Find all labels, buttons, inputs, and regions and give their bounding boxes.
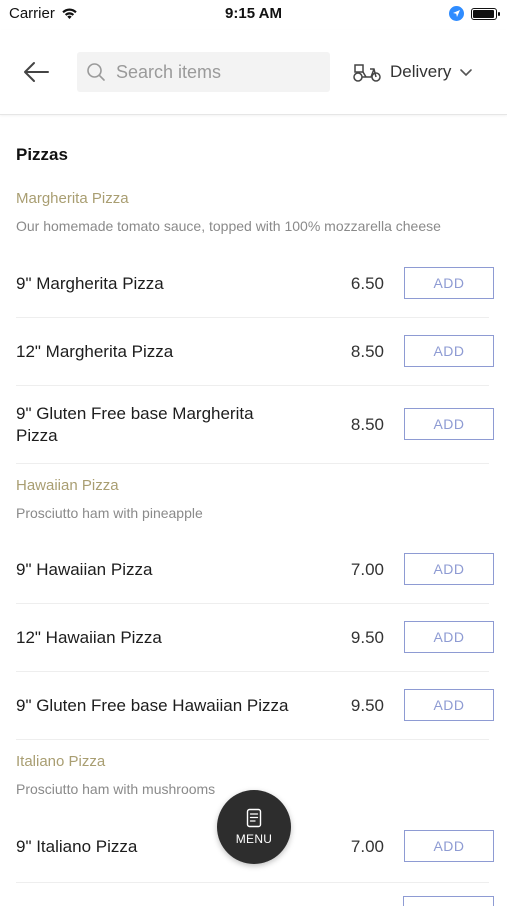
delivery-selector[interactable]: Delivery — [352, 58, 473, 86]
category-name: Hawaiian Pizza — [16, 477, 119, 494]
item-name: 12" Hawaiian Pizza — [16, 628, 162, 647]
item-name: 9" Gluten Free base Margherita Pizza — [16, 404, 254, 445]
menu-item-row: 9" Margherita Pizza 6.50 ADD — [16, 250, 494, 318]
item-name: 9" Margherita Pizza — [16, 274, 164, 293]
item-price: 6.50 — [350, 274, 384, 293]
add-button[interactable]: ADD — [404, 408, 494, 440]
item-name: 12" Margherita Pizza — [16, 342, 174, 361]
item-price: 7.00 — [350, 560, 384, 579]
section-title: Pizzas — [16, 145, 68, 164]
menu-item-row: 12" Margherita Pizza 8.50 ADD — [16, 318, 494, 386]
battery-icon — [471, 7, 500, 20]
category-description: Prosciutto ham with pineapple — [16, 505, 203, 521]
item-price: 9.50 — [350, 696, 384, 715]
add-button-partial[interactable] — [403, 896, 494, 906]
search-input[interactable] — [114, 60, 318, 84]
location-icon — [449, 6, 464, 21]
menu-item-row: 9" Hawaiian Pizza 7.00 ADD — [16, 536, 494, 604]
menu-button[interactable]: MENU — [217, 790, 291, 864]
back-arrow-icon — [24, 62, 49, 82]
clock: 9:15 AM — [225, 5, 282, 22]
item-price: 8.50 — [350, 415, 384, 434]
item-price: 8.50 — [350, 342, 384, 361]
add-button[interactable]: ADD — [404, 830, 494, 862]
back-button[interactable] — [20, 56, 52, 88]
add-button[interactable]: ADD — [404, 553, 494, 585]
search-bar[interactable] — [77, 52, 330, 92]
search-icon — [86, 62, 106, 82]
item-name: 9" Hawaiian Pizza — [16, 560, 153, 579]
menu-book-icon — [246, 808, 262, 828]
chevron-down-icon — [460, 69, 473, 77]
category-name: Margherita Pizza — [16, 190, 129, 207]
menu-item-row: 9" Gluten Free base Margherita Pizza 8.5… — [16, 386, 494, 464]
item-name: 9" Gluten Free base Hawaiian Pizza — [16, 696, 289, 715]
category-name: Italiano Pizza — [16, 753, 106, 770]
menu-label: MENU — [235, 832, 273, 846]
add-button[interactable]: ADD — [404, 267, 494, 299]
item-price: 9.50 — [350, 628, 384, 647]
top-bar: Delivery — [0, 30, 507, 115]
add-button[interactable]: ADD — [404, 335, 494, 367]
add-button[interactable]: ADD — [404, 689, 494, 721]
menu-item-row: 12" Hawaiian Pizza 9.50 ADD — [16, 604, 494, 672]
category-description: Prosciutto ham with mushrooms — [16, 781, 216, 797]
status-bar: Carrier 9:15 AM — [0, 0, 507, 30]
category-description: Our homemade tomato sauce, topped with 1… — [16, 218, 441, 234]
item-price: 7.00 — [350, 837, 384, 856]
menu-item-row: 9" Gluten Free base Hawaiian Pizza 9.50 … — [16, 672, 494, 740]
add-button[interactable]: ADD — [404, 621, 494, 653]
delivery-label: Delivery — [390, 62, 452, 81]
scooter-icon — [353, 64, 381, 82]
